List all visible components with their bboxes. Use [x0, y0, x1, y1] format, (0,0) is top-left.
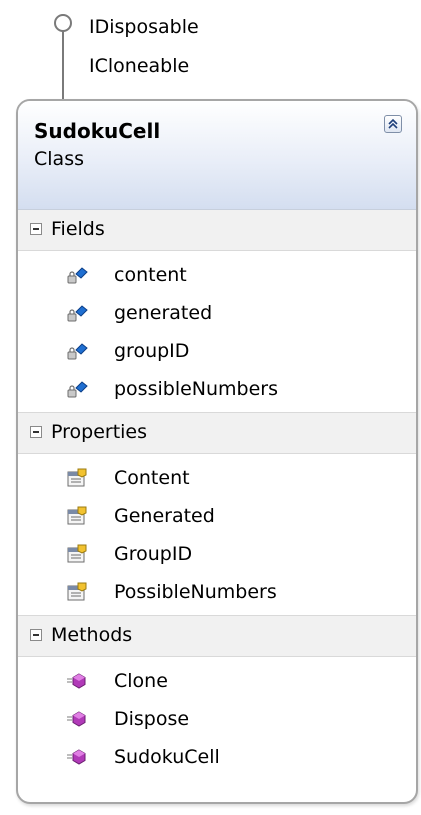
property-item[interactable]: GroupID	[18, 535, 416, 573]
method-item[interactable]: Dispose	[18, 700, 416, 738]
method-icon	[66, 709, 88, 729]
method-item[interactable]: Clone	[18, 662, 416, 700]
property-name: PossibleNumbers	[114, 581, 277, 603]
property-icon	[66, 544, 88, 564]
method-icon	[66, 747, 88, 767]
class-header[interactable]: SudokuCell Class	[18, 101, 416, 210]
field-name: generated	[114, 302, 213, 324]
field-name: possibleNumbers	[114, 378, 279, 400]
field-item[interactable]: possibleNumbers	[18, 370, 416, 408]
collapse-minus-icon[interactable]	[30, 223, 42, 235]
method-name: Dispose	[114, 708, 190, 730]
interface-connector	[62, 31, 64, 101]
private-field-icon	[66, 303, 88, 323]
methods-list: Clone Dispose SudokuCell	[18, 657, 416, 780]
properties-list: Content Generated GroupID PossibleNumber…	[18, 454, 416, 615]
method-item[interactable]: SudokuCell	[18, 738, 416, 776]
property-name: Generated	[114, 505, 215, 527]
property-item[interactable]: Generated	[18, 497, 416, 535]
property-icon	[66, 506, 88, 526]
class-shape[interactable]: SudokuCell Class Fields content generate…	[16, 99, 418, 804]
private-field-icon	[66, 341, 88, 361]
property-item[interactable]: Content	[18, 459, 416, 497]
field-item[interactable]: groupID	[18, 332, 416, 370]
section-header-methods[interactable]: Methods	[18, 615, 416, 657]
section-header-properties[interactable]: Properties	[18, 412, 416, 454]
collapse-chevron-icon[interactable]	[384, 115, 402, 133]
class-stereotype: Class	[34, 148, 84, 170]
interface-circle	[54, 14, 72, 32]
section-label-fields: Fields	[51, 218, 105, 240]
private-field-icon	[66, 265, 88, 285]
property-icon	[66, 468, 88, 488]
section-label-properties: Properties	[51, 421, 148, 443]
class-name: SudokuCell	[34, 119, 161, 143]
field-name: groupID	[114, 340, 190, 362]
private-field-icon	[66, 379, 88, 399]
interface-label-idisposable: IDisposable	[89, 16, 199, 38]
property-name: GroupID	[114, 543, 193, 565]
method-icon	[66, 671, 88, 691]
section-header-fields[interactable]: Fields	[18, 210, 416, 251]
property-name: Content	[114, 467, 190, 489]
section-label-methods: Methods	[51, 624, 133, 646]
property-item[interactable]: PossibleNumbers	[18, 573, 416, 611]
fields-list: content generated groupID possibleNumber…	[18, 251, 416, 412]
interface-label-icloneable: ICloneable	[89, 55, 190, 77]
collapse-minus-icon[interactable]	[30, 426, 42, 438]
field-item[interactable]: content	[18, 256, 416, 294]
method-name: SudokuCell	[114, 746, 220, 768]
method-name: Clone	[114, 670, 168, 692]
field-name: content	[114, 264, 187, 286]
collapse-minus-icon[interactable]	[30, 629, 42, 641]
property-icon	[66, 582, 88, 602]
field-item[interactable]: generated	[18, 294, 416, 332]
